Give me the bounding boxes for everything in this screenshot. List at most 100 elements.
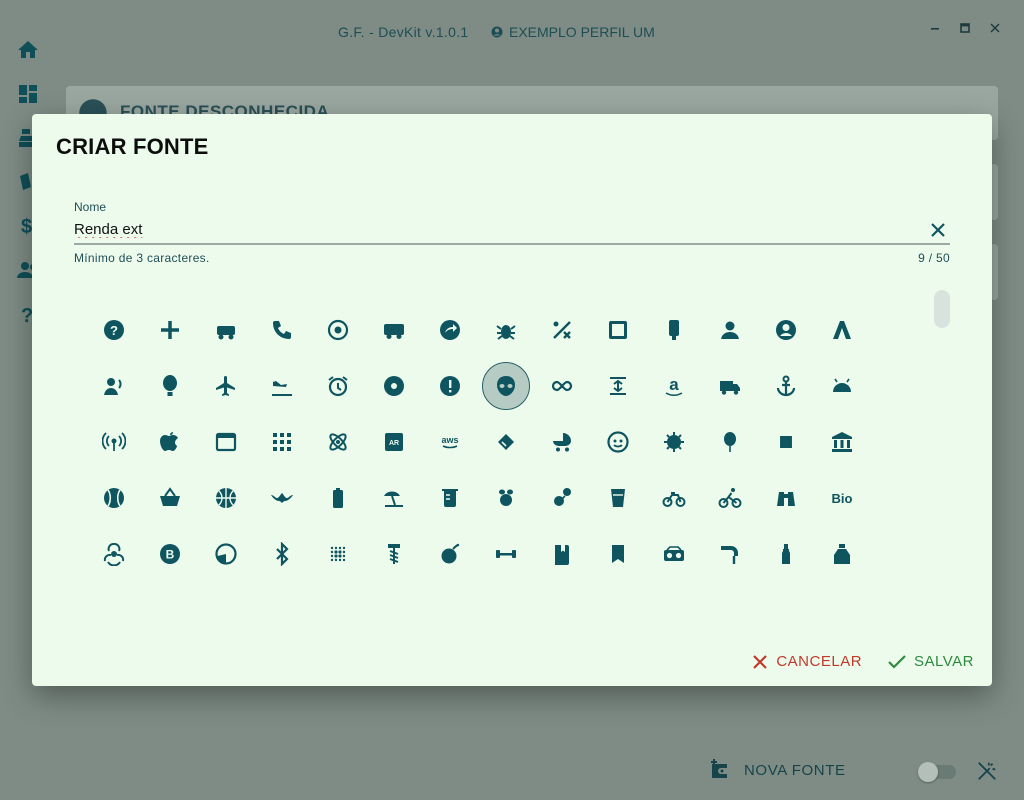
cancel-button[interactable]: CANCELAR	[752, 653, 862, 670]
icon-option-bug[interactable]	[478, 302, 534, 358]
cancel-label: CANCELAR	[776, 653, 863, 670]
icon-option-bitcoin[interactable]: B	[142, 526, 198, 582]
close-icon	[931, 223, 945, 237]
icon-option-boombox[interactable]	[646, 526, 702, 582]
icon-option-baby-face[interactable]	[590, 414, 646, 470]
icon-option-bee-flower[interactable]	[534, 470, 590, 526]
airplane-landing-icon	[272, 381, 292, 396]
icon-option-blur[interactable]	[310, 526, 366, 582]
icon-option-share-circle[interactable]	[422, 302, 478, 358]
close-window-button[interactable]	[985, 18, 1005, 38]
svg-text:aws: aws	[441, 435, 458, 445]
new-source-button[interactable]: NOVA FONTE	[708, 758, 846, 782]
icon-option-aws[interactable]: aws	[422, 414, 478, 470]
share-circle-icon	[440, 320, 460, 340]
dashboard-icon[interactable]	[16, 82, 40, 106]
icon-option-apps[interactable]	[254, 414, 310, 470]
icon-option-bacteria[interactable]	[646, 414, 702, 470]
icon-option-application[interactable]	[198, 414, 254, 470]
icon-option-bluetooth[interactable]	[254, 526, 310, 582]
icon-option-album[interactable]	[366, 358, 422, 414]
icon-option-bio[interactable]: Bio	[814, 470, 870, 526]
icon-option-cyclist[interactable]	[702, 470, 758, 526]
icon-option-plus[interactable]	[142, 302, 198, 358]
icon-option-bomb[interactable]	[422, 526, 478, 582]
icon-option-basket[interactable]	[142, 470, 198, 526]
icon-option-bank[interactable]	[814, 414, 870, 470]
icon-option-amazon[interactable]: a	[646, 358, 702, 414]
maximize-button[interactable]	[955, 18, 975, 38]
icon-option-airplane-landing[interactable]	[254, 358, 310, 414]
icon-option-dumbbell[interactable]	[478, 526, 534, 582]
icon-option-bicycle[interactable]	[646, 470, 702, 526]
icon-option-augmented-reality[interactable]: AR	[366, 414, 422, 470]
icon-option-account-tie-voice[interactable]	[86, 358, 142, 414]
icon-option-alert-circle[interactable]	[422, 358, 478, 414]
icon-option-alien[interactable]	[478, 358, 534, 414]
icon-option-balloon[interactable]	[702, 414, 758, 470]
icon-option-adobe[interactable]	[814, 302, 870, 358]
icon-option-bee[interactable]	[478, 470, 534, 526]
icon-option-route-strike[interactable]	[534, 302, 590, 358]
icon-option-account-circle[interactable]	[758, 302, 814, 358]
icon-option-wordpress-alert[interactable]	[590, 302, 646, 358]
icon-option-book[interactable]	[534, 526, 590, 582]
icon-option-antenna[interactable]	[86, 414, 142, 470]
icon-option-rv-truck[interactable]	[366, 302, 422, 358]
help-circle-icon: ?	[104, 320, 124, 340]
phone-forward-icon	[273, 321, 291, 339]
home-icon[interactable]	[16, 38, 40, 62]
binoculars-icon	[777, 492, 795, 506]
icon-option-bottle-wine[interactable]	[758, 526, 814, 582]
icon-option-beer-glass[interactable]	[590, 470, 646, 526]
icon-option-blender[interactable]	[198, 526, 254, 582]
icon-option-baby-carriage[interactable]	[534, 414, 590, 470]
icon-option-atom[interactable]	[310, 414, 366, 470]
network-icon	[327, 319, 349, 341]
icon-option-bolt[interactable]	[366, 526, 422, 582]
icon-grid-scrollbar[interactable]	[934, 290, 950, 328]
icon-option-bandage-tag[interactable]	[478, 414, 534, 470]
usb-drive-icon	[669, 320, 679, 340]
icon-option-battery[interactable]	[310, 470, 366, 526]
icon-option-beaker[interactable]	[422, 470, 478, 526]
icon-option-alarm[interactable]	[310, 358, 366, 414]
icon-option-hot-air-balloon[interactable]	[142, 358, 198, 414]
icon-option-beach[interactable]	[366, 470, 422, 526]
icon-option-anchor[interactable]	[758, 358, 814, 414]
icon-option-usb-drive[interactable]	[646, 302, 702, 358]
minimize-icon	[931, 28, 939, 30]
icon-option-align-vertical-center[interactable]	[590, 358, 646, 414]
icon-option-golf-cart[interactable]	[198, 302, 254, 358]
icon-option-phone-forward[interactable]	[254, 302, 310, 358]
save-button[interactable]: SALVAR	[888, 653, 974, 670]
balloon-icon	[724, 432, 736, 452]
icon-option-airplane[interactable]	[198, 358, 254, 414]
alien-icon	[497, 376, 515, 396]
name-field-hint: Mínimo de 3 caracteres.	[74, 251, 210, 265]
magic-wand-off-icon[interactable]	[976, 760, 998, 782]
icon-option-bottle-tonic[interactable]	[814, 526, 870, 582]
icon-option-bat[interactable]	[254, 470, 310, 526]
icon-option-infinity[interactable]	[534, 358, 590, 414]
bolt-icon	[388, 544, 400, 564]
account-tie-voice-icon	[104, 378, 122, 395]
clear-name-button[interactable]	[926, 218, 950, 242]
icon-option-ambulance[interactable]	[702, 358, 758, 414]
icon-option-help-circle[interactable]: ?	[86, 302, 142, 358]
icon-option-bandage[interactable]	[758, 414, 814, 470]
icon-option-network[interactable]	[310, 302, 366, 358]
icon-option-apple[interactable]	[142, 414, 198, 470]
icon-option-account[interactable]	[702, 302, 758, 358]
icon-option-biohazard[interactable]	[86, 526, 142, 582]
icon-option-baseball[interactable]	[86, 470, 142, 526]
icon-option-basketball[interactable]	[198, 470, 254, 526]
name-input[interactable]	[74, 218, 914, 240]
icon-option-bottle-opener[interactable]	[702, 526, 758, 582]
icon-option-bookmark[interactable]	[590, 526, 646, 582]
icon-option-android[interactable]	[814, 358, 870, 414]
icon-option-binoculars[interactable]	[758, 470, 814, 526]
theme-toggle-thumb[interactable]	[918, 762, 938, 782]
profile-button[interactable]: EXEMPLO PERFIL UM	[491, 24, 655, 40]
minimize-button[interactable]	[925, 18, 945, 38]
